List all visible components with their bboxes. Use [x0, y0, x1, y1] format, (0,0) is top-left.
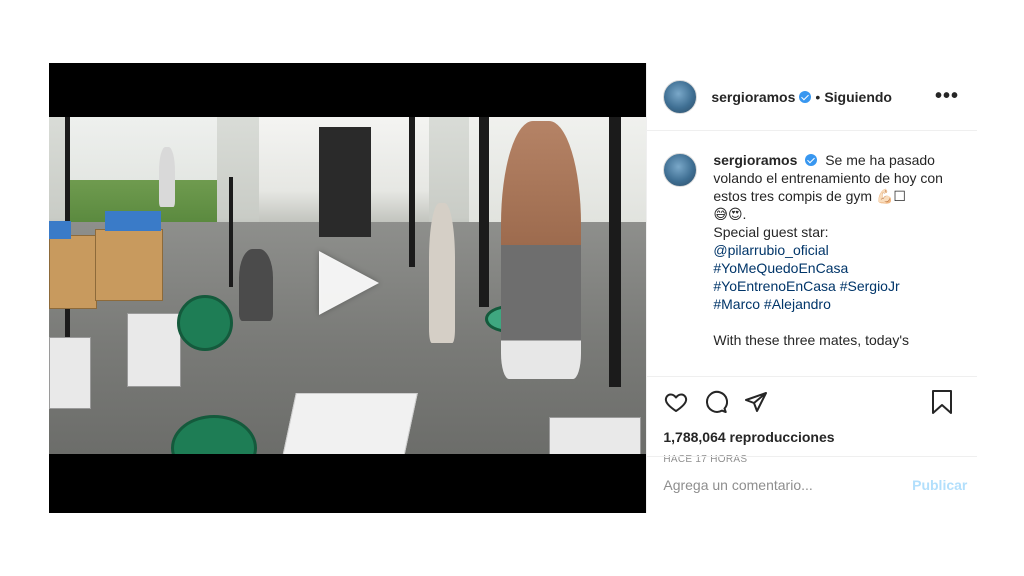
step-bench [127, 313, 181, 387]
following-button[interactable]: Siguiendo [824, 89, 892, 105]
header-separator: • [815, 88, 821, 105]
verified-badge-icon [799, 90, 812, 103]
step-bench [49, 337, 91, 409]
hashtag-link[interactable]: #YoMeQuedoEnCasa [713, 259, 943, 277]
caption-translation: With these three mates, today's [713, 332, 910, 348]
cable-machine [319, 127, 371, 237]
gym-rack-pole [229, 177, 233, 287]
child-figure [159, 147, 175, 207]
publish-button[interactable]: Publicar [912, 477, 967, 493]
weight-plate [177, 295, 233, 351]
plyo-box [95, 229, 163, 301]
header-username[interactable]: sergioramos [711, 89, 795, 105]
instagram-post: sergioramos • Siguiendo ••• sergioramos … [49, 63, 978, 513]
share-icon[interactable] [743, 389, 769, 415]
bookmark-icon[interactable] [929, 389, 955, 415]
avatar[interactable] [663, 79, 698, 114]
plyo-box [49, 235, 97, 309]
step-bench [549, 417, 641, 454]
more-options-icon[interactable]: ••• [935, 85, 959, 108]
blue-mat [49, 221, 71, 239]
gym-rack-pole [479, 117, 489, 307]
video-player[interactable] [49, 63, 647, 513]
comment-input[interactable] [647, 465, 913, 505]
play-icon[interactable] [319, 251, 379, 315]
comment-icon[interactable] [703, 389, 729, 415]
post-header: sergioramos • Siguiendo ••• [647, 63, 977, 131]
heart-icon[interactable] [663, 389, 689, 415]
mention-link[interactable]: @pilarrubio_oficial [713, 241, 943, 259]
hashtag-link[interactable]: #Marco #Alejandro [713, 295, 943, 313]
caption-username[interactable]: sergioramos [713, 152, 797, 168]
view-count[interactable]: 1,788,064 reproducciones [647, 427, 977, 447]
caption-text: sergioramos Se me ha pasado volando el e… [713, 151, 943, 376]
child-on-car [239, 249, 273, 321]
adult-figure [501, 121, 581, 379]
action-bar [647, 377, 977, 427]
gym-rack-pole [409, 117, 415, 267]
caption-emoji: 😅😍. [713, 206, 747, 222]
white-towel [282, 393, 418, 454]
caption-section: sergioramos Se me ha pasado volando el e… [647, 131, 977, 377]
blue-mat [105, 211, 161, 231]
verified-badge-icon [805, 154, 818, 166]
comment-box: Publicar [647, 456, 978, 513]
caption-line: Special guest star: [713, 224, 829, 240]
caption-avatar[interactable] [663, 153, 698, 187]
window-garden [67, 117, 217, 222]
child-figure [429, 203, 455, 343]
post-sidebar: sergioramos • Siguiendo ••• sergioramos … [646, 63, 978, 513]
gym-rack-pole [609, 117, 621, 387]
hashtag-link[interactable]: #YoEntrenoEnCasa #SergioJr [713, 277, 943, 295]
